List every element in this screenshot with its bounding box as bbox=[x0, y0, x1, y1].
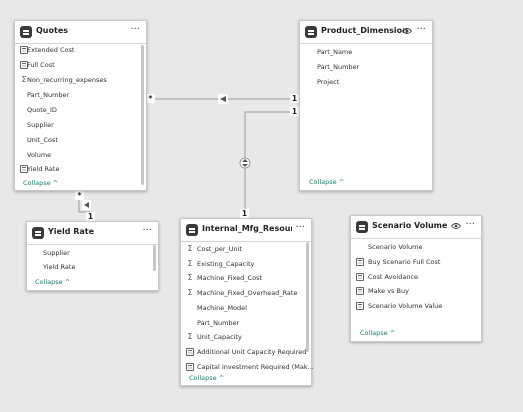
table-icon bbox=[356, 221, 368, 233]
table-icon bbox=[305, 26, 317, 38]
table-icon bbox=[186, 224, 198, 236]
field-row[interactable]: Σ Cost_per_Unit bbox=[181, 242, 311, 256]
collapse-link[interactable]: Collapse ^ bbox=[35, 278, 70, 286]
field-row[interactable]: Unit_Cost bbox=[15, 133, 146, 147]
field-row[interactable]: Part_Number bbox=[300, 60, 432, 74]
field-row[interactable]: Σ Non_recurring_expenses bbox=[15, 73, 146, 87]
cardinality-many-badge: * bbox=[146, 94, 155, 103]
table-icon bbox=[32, 227, 44, 239]
sigma-icon: Σ bbox=[187, 332, 193, 341]
field-row[interactable]: Scenario Volume Value bbox=[351, 299, 481, 313]
field-row[interactable]: Make vs Buy bbox=[351, 284, 481, 298]
field-row[interactable]: Capital Investment Required (Mak... bbox=[181, 360, 314, 374]
field-row[interactable]: Full Cost bbox=[15, 58, 146, 72]
calculator-icon bbox=[356, 287, 364, 295]
table-card-header[interactable]: Product_Dimension ··· bbox=[300, 21, 432, 44]
sigma-icon: Σ bbox=[187, 288, 193, 297]
field-row[interactable]: Quote_ID bbox=[15, 103, 146, 117]
table-card-header[interactable]: Quotes ··· bbox=[15, 21, 146, 44]
field-row[interactable]: Supplier bbox=[15, 118, 146, 132]
more-options-icon[interactable]: ··· bbox=[295, 222, 305, 234]
table-card-yield-rate[interactable]: Yield Rate ··· Supplier Yield Rate Colla… bbox=[26, 221, 159, 291]
field-row[interactable]: Additional Unit Capacity Required bbox=[181, 345, 311, 359]
model-diagram-canvas[interactable]: * 1 * 1 1 1 Quotes ··· Extended Cost Ful… bbox=[0, 0, 523, 412]
calculator-icon bbox=[186, 348, 194, 356]
field-row[interactable]: Project bbox=[300, 75, 432, 89]
cardinality-one-badge: 1 bbox=[86, 212, 95, 221]
calculator-icon bbox=[356, 273, 364, 281]
table-icon bbox=[20, 26, 32, 38]
more-options-icon[interactable]: ··· bbox=[465, 219, 475, 231]
field-row[interactable]: Σ Unit_Capacity bbox=[181, 330, 311, 344]
eye-icon[interactable] bbox=[402, 27, 412, 35]
field-row[interactable]: Extended Cost bbox=[15, 43, 146, 57]
product-internal-relationship-line bbox=[244, 111, 299, 218]
field-row[interactable]: Σ Existing_Capacity bbox=[181, 257, 311, 271]
table-card-header[interactable]: Yield Rate ··· bbox=[27, 222, 158, 245]
table-card-header[interactable]: Scenario Volume ··· bbox=[351, 216, 481, 239]
table-title: Quotes bbox=[36, 26, 69, 35]
table-card-quotes[interactable]: Quotes ··· Extended Cost Full Cost Σ Non_… bbox=[14, 20, 147, 191]
cardinality-one-badge: 1 bbox=[240, 209, 249, 218]
field-row[interactable]: Supplier bbox=[27, 246, 158, 260]
collapse-link[interactable]: Collapse ^ bbox=[309, 178, 344, 186]
scrollbar[interactable] bbox=[306, 242, 309, 352]
table-title: Internal_Mfg_Resource ... bbox=[202, 224, 292, 233]
collapse-link[interactable]: Collapse ^ bbox=[23, 179, 58, 187]
field-row[interactable]: Buy Scenario Full Cost bbox=[351, 255, 481, 269]
field-row[interactable]: Σ Machine_Fixed_Overhead_Rate bbox=[181, 286, 311, 300]
calculator-icon bbox=[356, 302, 364, 310]
sigma-icon: Σ bbox=[187, 273, 193, 282]
calculator-icon bbox=[356, 258, 364, 266]
table-card-internal-mfg-resource[interactable]: Internal_Mfg_Resource ... ··· ΣCost_per_… bbox=[180, 218, 314, 386]
collapse-link[interactable]: Collapse ^ bbox=[360, 329, 395, 337]
eye-icon[interactable] bbox=[451, 222, 461, 230]
field-row[interactable]: Scenario Volume bbox=[351, 240, 481, 254]
field-row[interactable]: Part_Number bbox=[15, 88, 146, 102]
table-card-scenario-volume[interactable]: Scenario Volume ··· Scenario Volume Buy … bbox=[350, 215, 482, 342]
table-card-header[interactable]: Internal_Mfg_Resource ... ··· bbox=[181, 219, 311, 242]
calculator-icon bbox=[186, 363, 194, 371]
scrollbar[interactable] bbox=[141, 45, 144, 185]
more-options-icon[interactable]: ··· bbox=[416, 24, 426, 36]
field-row[interactable]: Yield Rate bbox=[15, 162, 146, 176]
table-title: Scenario Volume bbox=[372, 221, 448, 230]
sigma-icon: Σ bbox=[187, 259, 193, 268]
field-row[interactable]: Volume bbox=[15, 148, 146, 162]
table-card-product-dimension[interactable]: Product_Dimension ··· Part_Name Part_Num… bbox=[299, 20, 433, 191]
field-row[interactable]: Part_Number bbox=[181, 316, 311, 330]
field-row[interactable]: Cost Avoidance bbox=[351, 270, 481, 284]
more-options-icon[interactable]: ··· bbox=[130, 24, 140, 36]
field-row[interactable]: Part_Name bbox=[300, 45, 432, 59]
quotes-yield-direction-arrow bbox=[82, 200, 91, 210]
product-internal-direction-arrow bbox=[239, 157, 251, 169]
quotes-product-direction-arrow bbox=[218, 94, 228, 104]
scrollbar[interactable] bbox=[153, 245, 156, 271]
sigma-icon: Σ bbox=[187, 244, 193, 253]
table-title: Yield Rate bbox=[48, 227, 95, 236]
table-title: Product_Dimension bbox=[321, 26, 408, 35]
field-row[interactable]: Machine_Model bbox=[181, 301, 311, 315]
field-row[interactable]: Yield Rate bbox=[27, 260, 158, 274]
collapse-link[interactable]: Collapse ^ bbox=[189, 374, 224, 382]
cardinality-one-badge: 1 bbox=[290, 94, 299, 103]
cardinality-many-badge: * bbox=[75, 191, 84, 200]
more-options-icon[interactable]: ··· bbox=[142, 225, 152, 237]
cardinality-one-badge: 1 bbox=[290, 107, 299, 116]
field-row[interactable]: Σ Machine_Fixed_Cost bbox=[181, 271, 311, 285]
